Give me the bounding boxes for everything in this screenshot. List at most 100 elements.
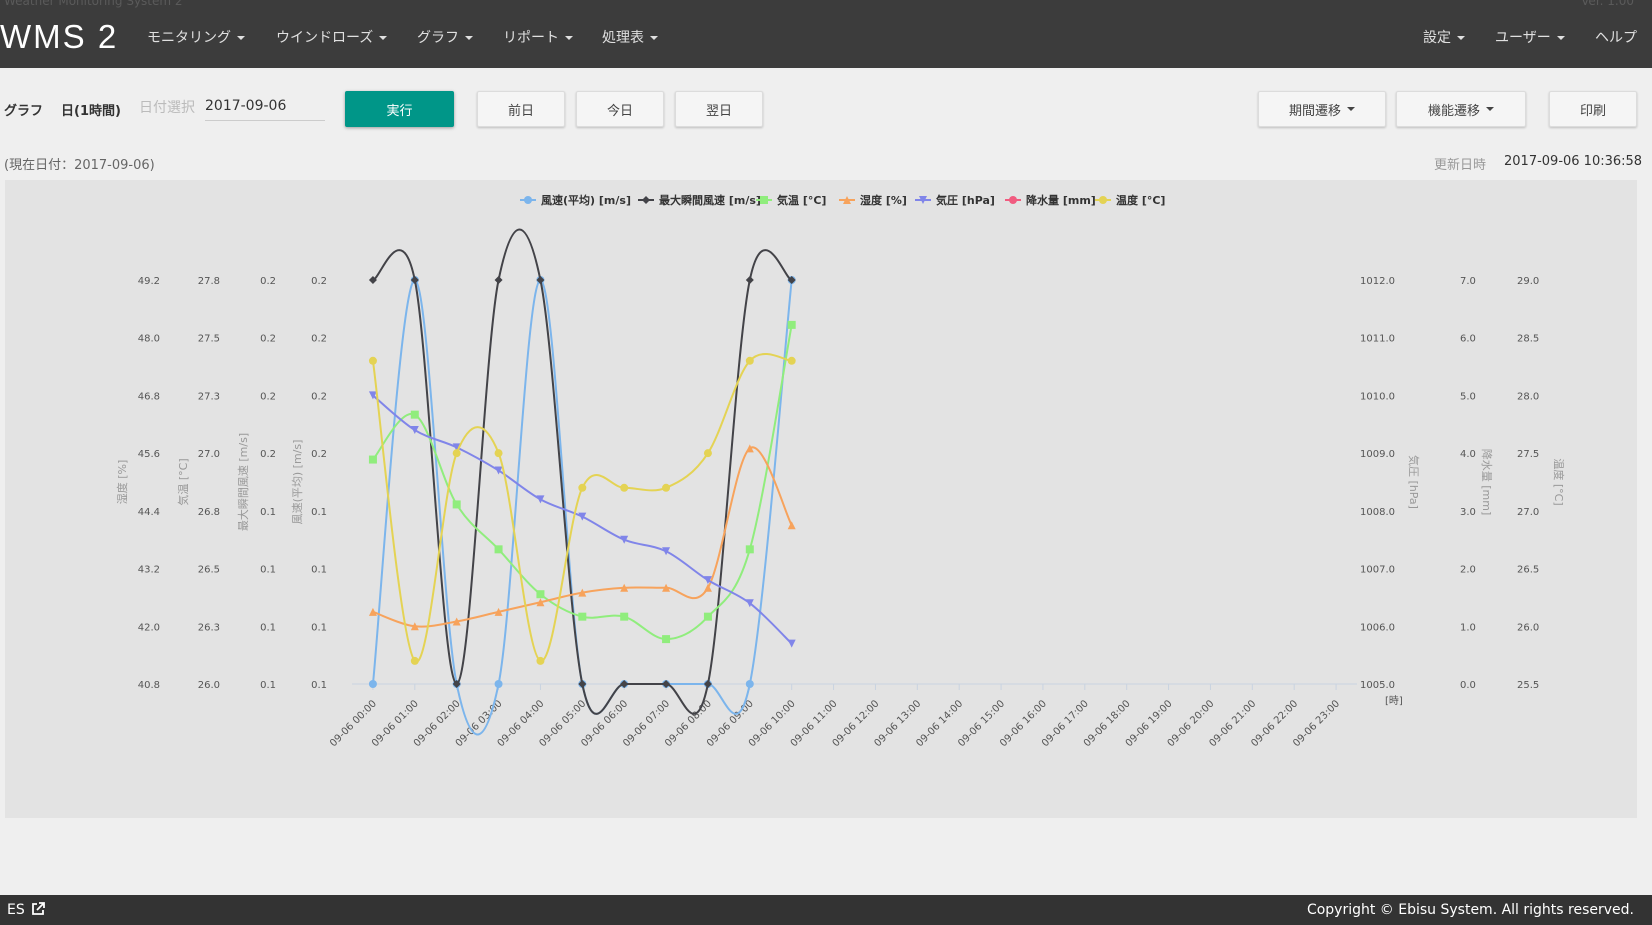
copyright: Copyright © Ebisu System. All rights res…: [1306, 902, 1634, 918]
y-axis-title: 気圧 [hPa]: [1407, 455, 1421, 509]
y-tick-label: 0.2: [260, 391, 276, 402]
series-marker: [787, 521, 796, 530]
series-marker: [578, 512, 587, 521]
y-tick-label: 1.0: [1460, 622, 1476, 633]
today-button[interactable]: 今日: [576, 91, 664, 127]
legend-item-label: 気圧 [hPa]: [936, 193, 995, 207]
y-axis-title: 降水量 [mm]: [1480, 449, 1494, 516]
y-tick-label: 44.4: [138, 507, 160, 518]
chart-panel: 40.8 42.0 43.2 44.4 45.6 46.8 48.0 49.2 湿度 [%] 26…: [5, 180, 1637, 818]
y-tick-label: 7.0: [1460, 276, 1476, 287]
x-axis-unit: [時]: [1385, 695, 1403, 707]
y-tick-label: 1012.0: [1360, 276, 1395, 287]
caret-down-icon: [1347, 107, 1355, 111]
legend-item-label: 湿度 [%]: [860, 193, 907, 207]
series-marker: [787, 639, 796, 648]
caret-down-icon: [650, 36, 658, 40]
y-tick-label: 0.2: [260, 449, 276, 460]
y-tick-label: 26.8: [198, 507, 220, 518]
y-tick-label: 28.0: [1517, 391, 1539, 402]
series-marker: [745, 276, 754, 284]
system-name: Weather Monitoring System 2: [4, 0, 183, 8]
y-axis-title: 最大瞬間風速 [m/s]: [236, 433, 250, 531]
series-marker: [368, 455, 377, 464]
y-tick-label: 0.1: [311, 622, 327, 633]
series-marker: [578, 612, 587, 621]
function-shift-dropdown[interactable]: 機能遷移: [1396, 91, 1526, 127]
nav-process-table[interactable]: 処理表: [602, 27, 658, 47]
y-axis-title: 風速(平均) [m/s]: [291, 440, 304, 525]
prev-day-button[interactable]: 前日: [477, 91, 565, 127]
series-marker: [745, 680, 754, 688]
y-tick-label: 27.5: [1517, 449, 1539, 460]
updated-label: 更新日時: [1434, 158, 1487, 173]
nav-settings[interactable]: 設定: [1423, 27, 1465, 47]
y-tick-label: 48.0: [138, 334, 160, 345]
y-tick-label: 27.0: [198, 449, 220, 460]
nav-graph[interactable]: グラフ: [417, 27, 473, 47]
y-tick-label: 1006.0: [1360, 622, 1395, 633]
nav-windrose[interactable]: ウインドローズ: [276, 27, 388, 47]
series-marker: [745, 356, 754, 365]
y-tick-label: 0.2: [260, 334, 276, 345]
series-marker: [578, 483, 587, 492]
series-marker: [536, 656, 545, 665]
next-day-button[interactable]: 翌日: [675, 91, 763, 127]
date-input[interactable]: [205, 92, 325, 121]
period-label: 日(1時間): [61, 104, 121, 119]
y-tick-label: 27.5: [198, 334, 220, 345]
nav-user[interactable]: ユーザー: [1495, 27, 1565, 47]
y-tick-label: 0.2: [311, 276, 327, 287]
caret-down-icon: [379, 36, 388, 40]
nav-help[interactable]: ヘルプ: [1595, 27, 1637, 47]
y-tick-label: 1011.0: [1360, 334, 1395, 345]
y-tick-label: 42.0: [138, 622, 160, 633]
series-marker: [494, 680, 503, 688]
period-shift-dropdown[interactable]: 期間遷移: [1258, 91, 1386, 127]
series-marker: [1009, 196, 1017, 204]
legend-item-label: 風速(平均) [m/s]: [541, 193, 631, 207]
footer-es-link[interactable]: ES: [7, 902, 46, 918]
y-tick-label: 27.0: [1517, 507, 1539, 518]
y-tick-label: 43.2: [138, 565, 160, 576]
top-navbar: Weather Monitoring System 2 Ver. 1.00 WM…: [0, 0, 1652, 68]
y-tick-label: 6.0: [1460, 334, 1476, 345]
y-tick-label: 3.0: [1460, 507, 1476, 518]
caret-down-icon: [1457, 36, 1465, 40]
y-tick-label: 45.6: [138, 449, 160, 460]
series-marker: [368, 680, 377, 688]
y-tick-label: 49.2: [138, 276, 160, 287]
caret-down-icon: [1556, 36, 1565, 40]
legend-item-label: 気温 [°C]: [777, 193, 826, 207]
y-tick-label: 1010.0: [1360, 391, 1395, 402]
series-marker: [662, 547, 671, 556]
series-marker: [410, 426, 419, 435]
series-marker: [524, 196, 532, 204]
nav-monitoring[interactable]: モニタリング: [147, 27, 245, 47]
series-marker: [368, 607, 377, 616]
y-tick-label: 0.1: [260, 680, 276, 691]
series-marker: [703, 449, 712, 458]
y-tick-label: 0.1: [260, 622, 276, 633]
y-tick-label: 0.1: [311, 680, 327, 691]
y-tick-label: 1005.0: [1360, 680, 1395, 691]
series-marker: [662, 483, 671, 492]
execute-button[interactable]: 実行: [345, 91, 454, 127]
footer: ES Copyright © Ebisu System. All rights …: [0, 895, 1652, 925]
caret-down-icon: [465, 36, 473, 40]
print-button[interactable]: 印刷: [1549, 91, 1637, 127]
caret-down-icon: [565, 36, 573, 40]
y-tick-label: 0.2: [311, 334, 327, 345]
app-logo[interactable]: WMS 2: [0, 18, 118, 56]
external-link-icon: [32, 902, 46, 915]
series-marker: [620, 612, 629, 621]
updated-value: 2017-09-06 10:36:58: [1504, 154, 1643, 169]
y-axis-title: 温度 [°C]: [1552, 458, 1566, 505]
y-tick-label: 29.0: [1517, 276, 1539, 287]
nav-report[interactable]: リポート: [503, 27, 573, 47]
series-marker: [494, 545, 503, 554]
y-axis-title: 気温 [°C]: [176, 458, 190, 505]
y-tick-label: 26.5: [1517, 565, 1539, 576]
caret-down-icon: [237, 36, 245, 40]
series-marker: [642, 196, 650, 204]
